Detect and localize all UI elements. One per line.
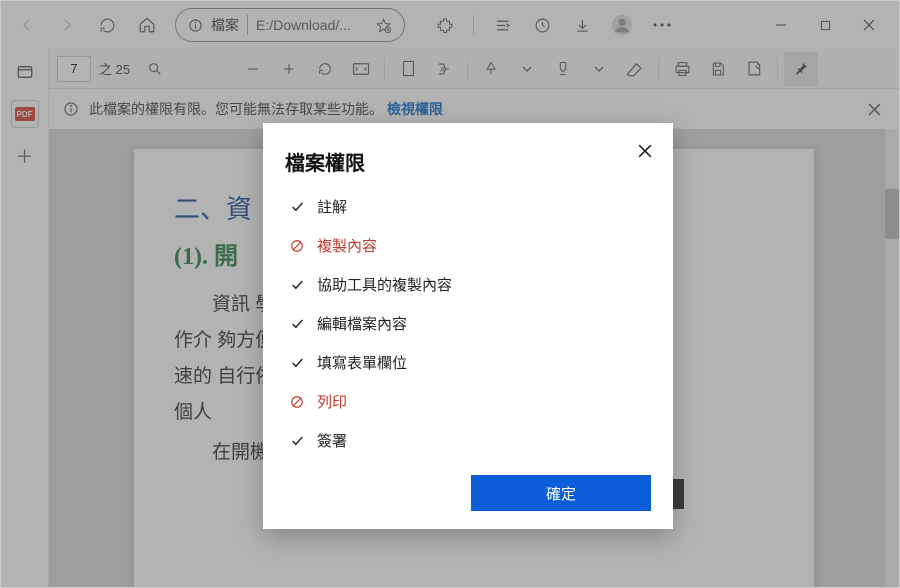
permission-item: 註解 (289, 196, 651, 217)
permission-label: 協助工具的複製內容 (317, 274, 452, 295)
permissions-modal: 檔案權限 註解複製內容協助工具的複製內容編輯檔案內容填寫表單欄位列印簽署 確定 (263, 123, 673, 529)
prohibit-icon (289, 239, 305, 253)
permission-item: 填寫表單欄位 (289, 352, 651, 373)
permission-label: 填寫表單欄位 (317, 352, 407, 373)
prohibit-icon (289, 395, 305, 409)
check-icon (289, 435, 305, 447)
permission-item: 複製內容 (289, 235, 651, 256)
check-icon (289, 357, 305, 369)
permission-item: 列印 (289, 391, 651, 412)
permission-label: 簽署 (317, 430, 347, 451)
modal-close-button[interactable] (631, 137, 659, 165)
permission-label: 編輯檔案內容 (317, 313, 407, 334)
permission-item: 協助工具的複製內容 (289, 274, 651, 295)
permission-label: 註解 (317, 196, 347, 217)
check-icon (289, 201, 305, 213)
permission-label: 複製內容 (317, 235, 377, 256)
check-icon (289, 318, 305, 330)
confirm-button[interactable]: 確定 (471, 475, 651, 511)
check-icon (289, 279, 305, 291)
permission-list: 註解複製內容協助工具的複製內容編輯檔案內容填寫表單欄位列印簽署 (285, 196, 651, 451)
modal-title: 檔案權限 (285, 147, 651, 176)
permission-item: 簽署 (289, 430, 651, 451)
permission-item: 編輯檔案內容 (289, 313, 651, 334)
permission-label: 列印 (317, 391, 347, 412)
